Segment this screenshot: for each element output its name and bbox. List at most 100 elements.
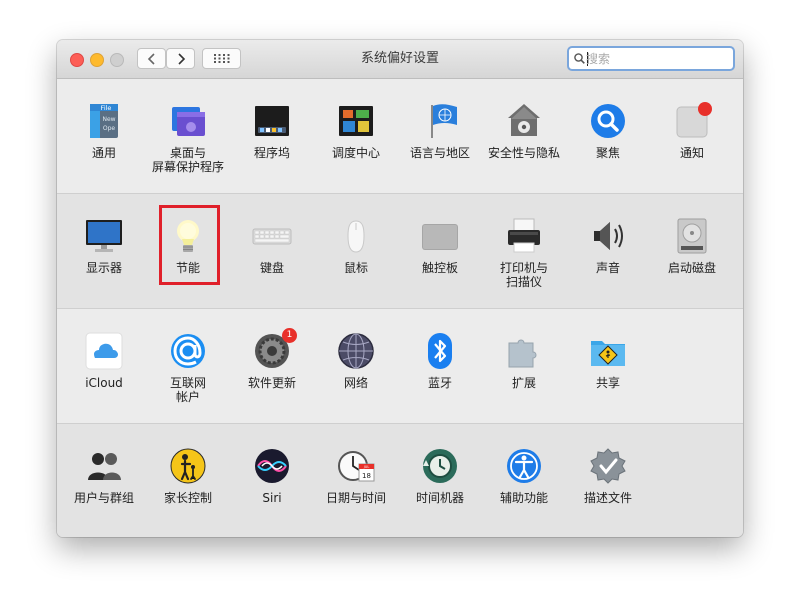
grid-icon [213, 54, 229, 63]
pref-label-swupdate: 软件更新 [247, 376, 296, 390]
svg-text:File: File [101, 104, 112, 112]
pref-item-parental[interactable]: 家长控制 [148, 424, 228, 524]
pref-item-printers[interactable]: 打印机与 扫描仪 [484, 194, 564, 294]
pref-item-mission[interactable]: 调度中心 [316, 79, 396, 179]
pref-label-internet: 互联网 帐户 [169, 376, 206, 404]
pref-label-siri: Siri [262, 491, 282, 505]
sharing-icon [588, 331, 628, 371]
pref-item-network[interactable]: 网络 [316, 309, 396, 409]
chevron-left-icon [147, 52, 155, 65]
pref-label-security: 安全性与隐私 [487, 146, 560, 160]
general-icon: File New Ope [84, 101, 124, 141]
icloud-icon [84, 331, 124, 371]
pref-label-notifications: 通知 [679, 146, 704, 160]
chevron-right-icon [177, 52, 185, 65]
pref-label-energy: 节能 [175, 261, 200, 275]
pref-label-general: 通用 [91, 146, 116, 160]
pref-label-displays: 显示器 [85, 261, 122, 275]
forward-button[interactable] [166, 48, 195, 69]
pref-label-mission: 调度中心 [331, 146, 380, 160]
pref-item-icloud[interactable]: iCloud [64, 309, 144, 409]
pref-item-users[interactable]: 用户与群组 [64, 424, 144, 524]
notifications-icon [672, 101, 712, 141]
dock-icon [252, 101, 292, 141]
internet-accounts-icon [168, 331, 208, 371]
pref-label-icloud: iCloud [85, 376, 123, 390]
keyboard-icon [252, 216, 292, 256]
pref-item-trackpad[interactable]: 触控板 [400, 194, 480, 294]
pref-item-language[interactable]: 语言与地区 [400, 79, 480, 179]
display-icon [84, 216, 124, 256]
search-field[interactable] [567, 46, 735, 71]
pref-label-bluetooth: 蓝牙 [427, 376, 452, 390]
pref-item-notifications[interactable]: 通知 [652, 79, 732, 179]
trackpad-icon [420, 216, 460, 256]
language-region-icon [420, 101, 460, 141]
window-title: 系统偏好设置 [360, 51, 439, 66]
siri-icon [252, 446, 292, 486]
pref-item-sharing[interactable]: 共享 [568, 309, 648, 409]
energy-saver-icon [168, 216, 208, 256]
pref-item-extensions[interactable]: 扩展 [484, 309, 564, 409]
pref-item-datetime[interactable]: JUL 18 日期与时间 [316, 424, 396, 524]
pref-label-startup: 启动磁盘 [667, 261, 716, 275]
spotlight-icon [588, 101, 628, 141]
accessibility-icon [504, 446, 544, 486]
network-icon [336, 331, 376, 371]
pref-item-general[interactable]: File New Ope 通用 [64, 79, 144, 179]
svg-text:JUL: JUL [363, 465, 370, 469]
pref-label-spotlight: 聚焦 [595, 146, 620, 160]
pref-item-internet[interactable]: 互联网 帐户 [148, 309, 228, 409]
pref-label-sound: 声音 [595, 261, 620, 275]
pref-item-security[interactable]: 安全性与隐私 [484, 79, 564, 179]
pref-item-keyboard[interactable]: 键盘 [232, 194, 312, 294]
search-icon [574, 53, 585, 64]
startup-disk-icon [672, 216, 712, 256]
printer-icon [504, 216, 544, 256]
pref-item-profiles[interactable]: 描述文件 [568, 424, 648, 524]
pref-label-language: 语言与地区 [409, 146, 470, 160]
search-input[interactable] [586, 49, 726, 68]
pref-label-sharing: 共享 [595, 376, 620, 390]
bluetooth-icon [420, 331, 460, 371]
pref-label-keyboard: 键盘 [259, 261, 284, 275]
time-machine-icon [420, 446, 460, 486]
pref-item-accessibility[interactable]: 辅助功能 [484, 424, 564, 524]
back-button[interactable] [137, 48, 166, 69]
show-all-button[interactable] [202, 48, 241, 69]
pref-item-siri[interactable]: Siri [232, 424, 312, 524]
pref-item-displays[interactable]: 显示器 [64, 194, 144, 294]
close-button[interactable] [70, 53, 84, 67]
pref-label-mouse: 鼠标 [343, 261, 368, 275]
pref-item-sound[interactable]: 声音 [568, 194, 648, 294]
svg-text:18: 18 [362, 472, 371, 480]
pref-item-bluetooth[interactable]: 蓝牙 [400, 309, 480, 409]
pref-item-mouse[interactable]: 鼠标 [316, 194, 396, 294]
profiles-icon [588, 446, 628, 486]
pref-label-parental: 家长控制 [163, 491, 212, 505]
pref-label-network: 网络 [343, 376, 368, 390]
minimize-button[interactable] [90, 53, 104, 67]
pref-item-dock[interactable]: 程序坞 [232, 79, 312, 179]
pref-label-trackpad: 触控板 [421, 261, 458, 275]
extensions-icon [504, 331, 544, 371]
pref-label-dock: 程序坞 [253, 146, 290, 160]
pref-item-swupdate[interactable]: 1 软件更新 [232, 309, 312, 409]
pref-item-energy[interactable]: 节能 [148, 194, 228, 294]
parental-controls-icon [168, 446, 208, 486]
system-preferences-window: 系统偏好设置 File New Ope 通用 桌面与 屏幕保护程序 程序坞 调度中心 语言与地… [57, 40, 743, 537]
zoom-button[interactable] [110, 53, 124, 67]
pref-item-desktop[interactable]: 桌面与 屏幕保护程序 [148, 79, 228, 179]
pref-item-startup[interactable]: 启动磁盘 [652, 194, 732, 294]
pref-item-timemachine[interactable]: 时间机器 [400, 424, 480, 524]
date-time-icon: JUL 18 [336, 446, 376, 486]
pref-label-accessibility: 辅助功能 [499, 491, 548, 505]
pref-label-timemachine: 时间机器 [415, 491, 464, 505]
pref-label-datetime: 日期与时间 [325, 491, 386, 505]
svg-text:New: New [102, 116, 115, 123]
pref-item-spotlight[interactable]: 聚焦 [568, 79, 648, 179]
pref-label-printers: 打印机与 扫描仪 [499, 261, 548, 289]
desktop-screensaver-icon [168, 101, 208, 141]
titlebar: 系统偏好设置 [57, 40, 743, 79]
mission-control-icon [336, 101, 376, 141]
